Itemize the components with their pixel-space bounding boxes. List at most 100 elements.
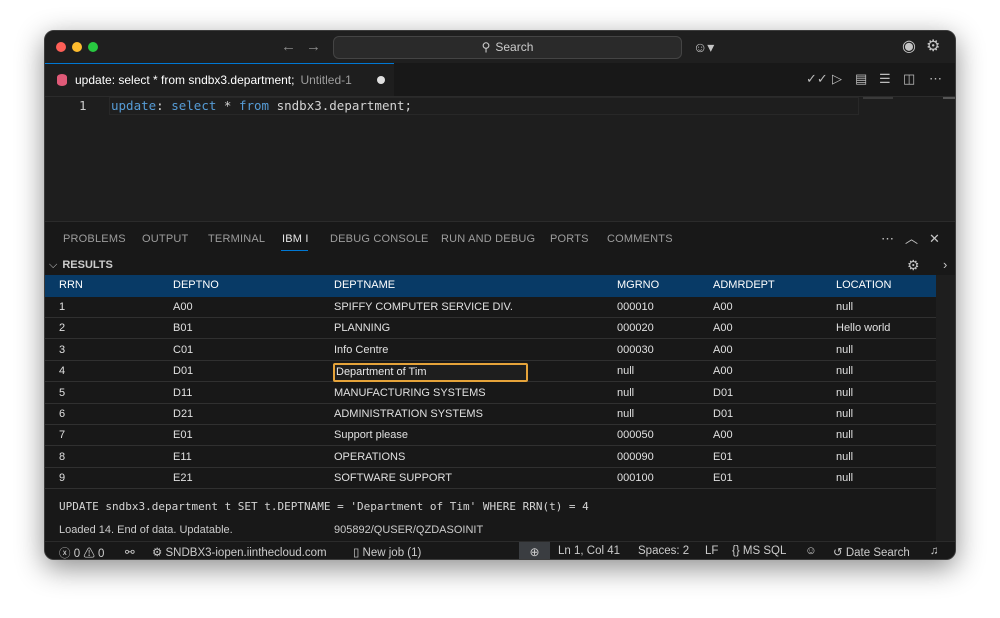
more-actions-icon[interactable]: ⋯ (929, 71, 942, 87)
table-cell[interactable]: D01 (713, 408, 733, 420)
close-panel-icon[interactable]: ✕ (929, 231, 940, 247)
table-cell[interactable]: 000050 (617, 429, 654, 441)
column-header-admrdept[interactable]: ADMRDEPT (713, 279, 775, 291)
table-cell[interactable]: E01 (173, 429, 193, 441)
table-row[interactable]: 2 B01 PLANNING 000020 A00 Hello world (45, 318, 936, 340)
table-cell[interactable]: PLANNING (334, 322, 390, 334)
table-cell[interactable]: 000100 (617, 472, 654, 484)
table-cell[interactable]: C01 (173, 344, 193, 356)
column-header-deptno[interactable]: DEPTNO (173, 279, 219, 291)
results-scrollbar[interactable] (936, 275, 955, 544)
account-icon[interactable]: ◉ (902, 38, 916, 56)
minimize-window-button[interactable] (72, 42, 82, 52)
panel-more-icon[interactable]: ⋯ (881, 231, 894, 247)
table-row[interactable]: 8 E11 OPERATIONS 000090 E01 null (45, 447, 936, 468)
code-editor[interactable]: 1 update: select * from sndbx3.departmen… (45, 97, 955, 221)
sql-run-icon[interactable]: ▤ (855, 71, 867, 87)
table-cell[interactable]: null (836, 472, 853, 484)
copilot-status-icon[interactable]: ☺ (805, 545, 817, 557)
tab-ibm-i[interactable]: IBM I (282, 233, 309, 245)
table-cell[interactable]: Info Centre (334, 344, 388, 356)
close-window-button[interactable] (56, 42, 66, 52)
minimap[interactable] (863, 97, 893, 99)
column-header-rrn[interactable]: RRN (59, 279, 83, 291)
table-cell[interactable]: null (836, 451, 853, 463)
table-cell[interactable]: null (836, 301, 853, 313)
tab-comments[interactable]: COMMENTS (607, 233, 673, 245)
table-cell[interactable]: 000030 (617, 344, 654, 356)
table-cell[interactable]: D01 (713, 387, 733, 399)
tab-terminal[interactable]: TERMINAL (208, 233, 265, 245)
problems-status[interactable]: ⓧ 0 ⚠ 0 (59, 545, 104, 559)
chevron-right-icon[interactable]: › (943, 257, 947, 272)
cursor-position[interactable]: Ln 1, Col 41 (558, 545, 620, 557)
format-icon[interactable]: ☰ (879, 71, 891, 87)
job-status[interactable]: ▯ New job (1) (353, 545, 421, 559)
table-cell[interactable]: null (617, 365, 634, 377)
tab-problems[interactable]: PROBLEMS (63, 233, 126, 245)
table-cell[interactable]: D21 (173, 408, 193, 420)
tab-debug-console[interactable]: DEBUG CONSOLE (330, 233, 429, 245)
table-row[interactable]: 5 D11 MANUFACTURING SYSTEMS null D01 null (45, 383, 936, 404)
table-row[interactable]: 3 C01 Info Centre 000030 A00 null (45, 340, 936, 361)
table-cell[interactable]: 4 (59, 365, 65, 377)
table-cell[interactable]: Support please (334, 429, 408, 441)
table-cell[interactable]: 000020 (617, 322, 654, 334)
table-cell[interactable]: 8 (59, 451, 65, 463)
language-mode[interactable]: {} MS SQL (732, 545, 786, 557)
table-cell[interactable]: SPIFFY COMPUTER SERVICE DIV. (334, 301, 513, 313)
command-center-search[interactable]: ⚲ Search (333, 36, 682, 59)
cell-edit-input[interactable]: Department of Tim (333, 363, 528, 383)
zoom-window-button[interactable] (88, 42, 98, 52)
table-cell[interactable]: 5 (59, 387, 65, 399)
table-row[interactable]: 6 D21 ADMINISTRATION SYSTEMS null D01 null (45, 404, 936, 425)
table-cell[interactable]: E01 (713, 451, 733, 463)
column-header-deptname[interactable]: DEPTNAME (334, 279, 395, 291)
gear-icon[interactable]: ⚙ (926, 38, 940, 56)
table-cell[interactable]: E11 (173, 451, 192, 463)
table-row[interactable]: 7 E01 Support please 000050 A00 null (45, 425, 936, 447)
table-cell[interactable]: null (836, 429, 853, 441)
table-cell[interactable]: E21 (173, 472, 193, 484)
date-search[interactable]: ↺ Date Search (833, 545, 910, 559)
table-cell[interactable]: 1 (59, 301, 65, 313)
table-cell[interactable]: null (836, 408, 853, 420)
table-cell[interactable]: 000090 (617, 451, 654, 463)
table-cell[interactable]: 000010 (617, 301, 654, 313)
plug-icon[interactable]: ⚯ (125, 545, 135, 559)
results-header[interactable]: ⌵ RESULTS (49, 259, 113, 272)
notifications-icon[interactable]: ♫ (930, 545, 939, 557)
tab-run-and-debug[interactable]: RUN AND DEBUG (441, 233, 535, 245)
copilot-icon[interactable]: ☺▾ (693, 38, 714, 56)
back-arrow-icon[interactable]: ← (281, 37, 296, 57)
table-cell[interactable]: D11 (173, 387, 192, 399)
table-cell[interactable]: 6 (59, 408, 65, 420)
editor-scrollbar[interactable] (943, 97, 955, 99)
table-cell[interactable]: A00 (173, 301, 193, 313)
table-cell[interactable]: 9 (59, 472, 65, 484)
end-of-line[interactable]: LF (705, 545, 718, 557)
results-settings-icon[interactable]: ⚙ (907, 257, 920, 274)
table-cell[interactable]: A00 (713, 344, 733, 356)
table-cell[interactable]: Hello world (836, 322, 890, 334)
maximize-panel-icon[interactable]: ︿ (905, 231, 918, 247)
table-cell[interactable]: B01 (173, 322, 193, 334)
tab-ports[interactable]: PORTS (550, 233, 589, 245)
table-cell[interactable]: null (836, 365, 853, 377)
split-editor-icon[interactable]: ◫ (903, 71, 915, 87)
column-header-mgrno[interactable]: MGRNO (617, 279, 659, 291)
table-cell[interactable]: SOFTWARE SUPPORT (334, 472, 452, 484)
table-cell[interactable]: A00 (713, 365, 733, 377)
editor-tab[interactable]: update: select * from sndbx3.department;… (45, 63, 394, 96)
table-cell[interactable]: null (617, 408, 634, 420)
run-icon[interactable]: ▷ (832, 71, 842, 87)
unsaved-dot-icon[interactable] (377, 76, 385, 84)
table-cell[interactable]: E01 (713, 472, 733, 484)
table-row[interactable]: 9 E21 SOFTWARE SUPPORT 000100 E01 null (45, 468, 936, 490)
table-cell[interactable]: 3 (59, 344, 65, 356)
table-cell[interactable]: null (836, 344, 853, 356)
table-cell[interactable]: A00 (713, 301, 733, 313)
connection-status[interactable]: ⚙ SNDBX3-iopen.iinthecloud.com (152, 545, 327, 559)
check-all-icon[interactable]: ✓✓ (806, 71, 828, 87)
table-cell[interactable]: 7 (59, 429, 65, 441)
